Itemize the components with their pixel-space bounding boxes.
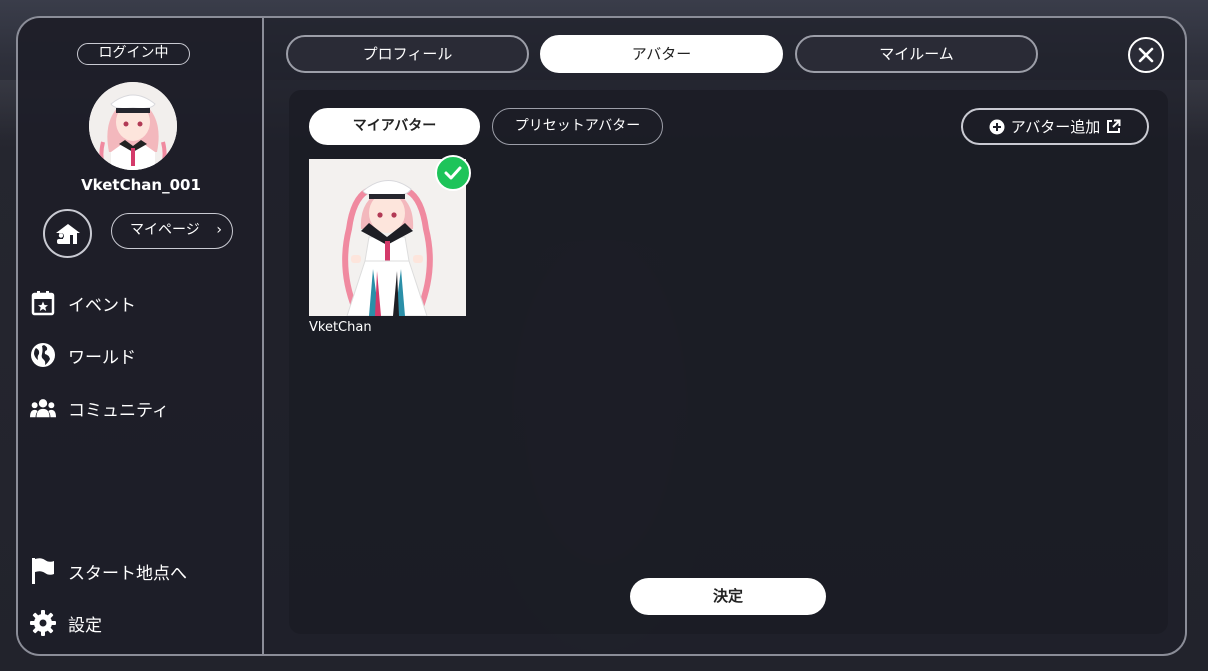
plus-circle-icon	[989, 119, 1005, 134]
sidebar-item-community-label: コミュニティ	[68, 400, 169, 421]
chevron-right-icon: ›	[216, 222, 222, 238]
people-icon	[30, 395, 56, 421]
add-avatar-label: アバター追加	[1010, 118, 1101, 136]
add-avatar-button[interactable]: アバター追加	[961, 108, 1149, 145]
flag-icon	[30, 558, 56, 584]
sidebar-item-event-label: イベント	[68, 295, 136, 316]
mypage-button[interactable]: マイページ ›	[111, 213, 233, 249]
close-button[interactable]	[1128, 37, 1164, 73]
user-avatar[interactable]	[89, 82, 177, 170]
gear-icon	[30, 610, 56, 636]
home-person-icon	[55, 223, 80, 244]
selected-check-icon	[435, 155, 471, 191]
sidebar-item-start-point-label: スタート地点へ	[68, 563, 187, 584]
avatar-portrait-image	[89, 82, 177, 170]
external-link-icon	[1107, 119, 1121, 133]
tab-avatar[interactable]: アバター	[540, 35, 783, 73]
subtab-my-avatar[interactable]: マイアバター	[309, 108, 480, 145]
sidebar-item-world-label: ワールド	[68, 347, 136, 368]
sidebar-item-community[interactable]: コミュニティ	[30, 393, 169, 423]
username: VketChan_001	[81, 176, 201, 194]
sidebar-item-settings-label: 設定	[68, 615, 102, 636]
tab-myroom[interactable]: マイルーム	[795, 35, 1038, 73]
subtab-preset-avatar[interactable]: プリセットアバター	[492, 108, 663, 145]
sidebar-item-start-point[interactable]: スタート地点へ	[30, 556, 187, 586]
calendar-star-icon	[30, 290, 56, 316]
close-icon	[1138, 47, 1154, 63]
sidebar-item-world[interactable]: ワールド	[30, 340, 136, 370]
sidebar-item-event[interactable]: イベント	[30, 288, 136, 318]
tab-profile[interactable]: プロフィール	[286, 35, 529, 73]
avatar-card-name: VketChan	[309, 320, 372, 335]
sidebar: ログイン中 VketChan_001 マイページ › イベント ワールド コミュ…	[18, 18, 264, 654]
mypage-label: マイページ	[130, 222, 200, 238]
confirm-button[interactable]: 決定	[630, 578, 826, 615]
globe-icon	[30, 342, 56, 368]
my-room-button[interactable]	[43, 209, 92, 258]
sidebar-item-settings[interactable]: 設定	[30, 608, 102, 638]
login-status-badge: ログイン中	[77, 43, 190, 65]
